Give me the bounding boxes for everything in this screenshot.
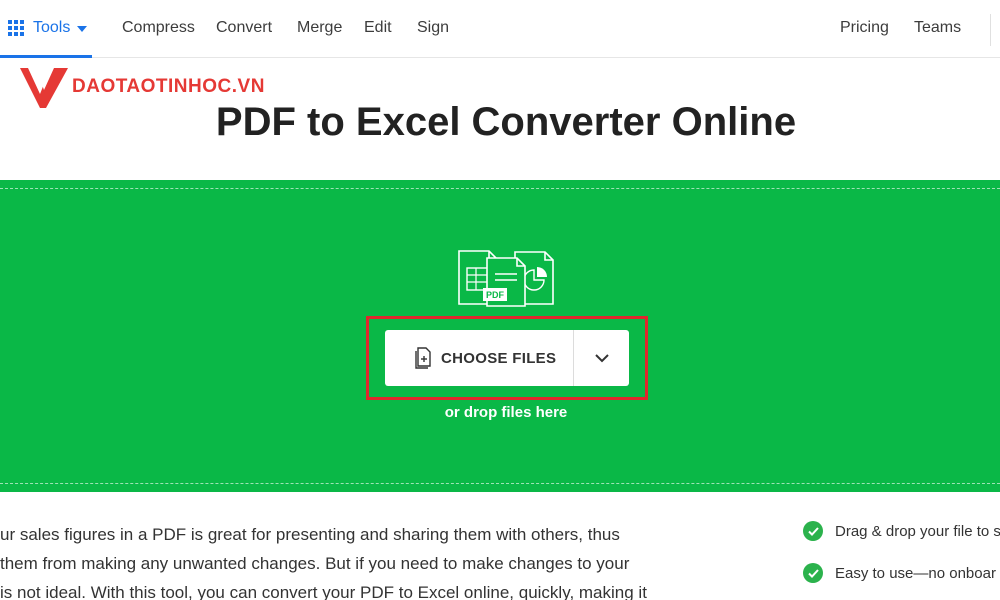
pdf-to-excel-icon: PDF xyxy=(458,250,554,307)
tools-menu[interactable]: Tools xyxy=(0,0,92,58)
nav-link-edit[interactable]: Edit xyxy=(364,19,392,37)
nav-link-merge[interactable]: Merge xyxy=(297,19,342,37)
drop-hint: or drop files here xyxy=(444,404,568,421)
description-line: them from making any unwanted changes. B… xyxy=(0,554,630,573)
nav-link-teams[interactable]: Teams xyxy=(914,19,961,37)
choose-files-label: CHOOSE FILES xyxy=(441,349,557,367)
pdf-badge: PDF xyxy=(486,290,505,300)
check-circle-icon xyxy=(803,563,823,583)
description-text: ur sales figures in a PDF is great for p… xyxy=(0,520,700,600)
feature-list: Drag & drop your file to s Easy to use—n… xyxy=(803,520,1000,600)
feature-text: Drag & drop your file to s xyxy=(835,522,1000,540)
chevron-down-icon xyxy=(594,353,609,362)
choose-files-control: CHOOSE FILES xyxy=(385,330,629,386)
description-line: is not ideal. With this tool, you can co… xyxy=(0,583,647,600)
file-add-icon xyxy=(415,347,431,369)
feature-item: Easy to use—no onboar xyxy=(803,562,1000,584)
upload-options-dropdown[interactable] xyxy=(574,330,629,386)
nav-link-convert[interactable]: Convert xyxy=(216,19,272,37)
nav-link-pricing[interactable]: Pricing xyxy=(840,19,889,37)
feature-item: Drag & drop your file to s xyxy=(803,520,1000,542)
tools-label: Tools xyxy=(33,18,71,36)
feature-text: Easy to use—no onboar xyxy=(835,564,996,582)
apps-grid-icon xyxy=(8,19,24,36)
nav-link-compress[interactable]: Compress xyxy=(122,19,195,37)
check-circle-icon xyxy=(803,521,823,541)
choose-files-button[interactable]: CHOOSE FILES xyxy=(385,330,573,386)
nav-divider xyxy=(990,14,991,46)
nav-link-sign[interactable]: Sign xyxy=(417,19,449,37)
file-drop-zone[interactable]: PDF CHOOSE FILES or drop files here xyxy=(0,180,1000,492)
logo-text: DAOTAOTINHOC.VN xyxy=(72,76,265,97)
top-nav: Tools Compress Convert Merge Edit Sign P… xyxy=(0,0,1000,58)
page-title: PDF to Excel Converter Online xyxy=(215,100,797,144)
description-line: ur sales figures in a PDF is great for p… xyxy=(0,525,620,544)
caret-down-icon xyxy=(77,25,88,32)
